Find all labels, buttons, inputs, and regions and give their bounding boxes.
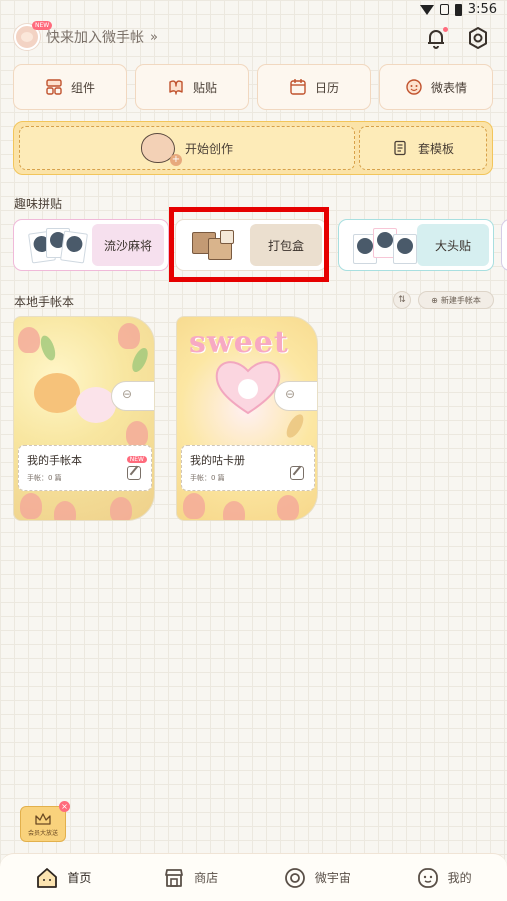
tool-label: 微表情 <box>430 80 467 95</box>
tool-label: 日历 <box>314 80 339 95</box>
status-time: 3:56 <box>467 2 497 17</box>
wifi-icon <box>419 4 434 15</box>
sticker-label: 流沙麻将 <box>92 224 164 266</box>
selection-highlight <box>169 207 329 282</box>
start-create-label: 开始创作 <box>184 141 233 156</box>
widget-icon <box>46 79 62 95</box>
new-badge: NEW <box>32 21 53 30</box>
avatar: NEW <box>14 21 53 50</box>
join-banner[interactable]: NEW 快来加入微手帐 » <box>14 21 158 50</box>
sticker-quicksand-mahjong[interactable]: 流沙麻将 <box>13 219 169 271</box>
calendar-icon <box>290 79 306 95</box>
promo-text: 会员大放送 <box>27 829 58 837</box>
cover-title: sweet <box>189 325 289 360</box>
section-title-fun-stickers: 趣味拼贴 <box>14 197 63 211</box>
new-book-label: 新建手帐本 <box>440 295 481 305</box>
tool-emoji[interactable]: 微表情 <box>379 64 493 110</box>
sort-button[interactable]: ⇅ <box>393 291 411 309</box>
sticker-label: 大头贴 <box>417 224 489 266</box>
new-tag: NEW <box>126 456 147 463</box>
nav-label: 我的 <box>447 871 472 885</box>
nav-label: 微宇宙 <box>314 871 351 885</box>
section-title-local-books: 本地手帐本 <box>14 295 75 309</box>
sticker-next-card[interactable] <box>501 219 507 271</box>
heart-icon <box>215 361 281 415</box>
sticker-thumbnail <box>24 224 96 266</box>
tool-sticker[interactable]: 贴贴 <box>135 64 249 110</box>
book-count: 手帐：0 篇 <box>27 474 62 482</box>
sticker-thumbnail <box>349 224 421 266</box>
book-count: 手帐：0 篇 <box>190 474 225 482</box>
vip-promo-button[interactable]: 会员大放送 × <box>20 801 70 842</box>
crown-icon <box>35 812 51 825</box>
sort-icon: ⇅ <box>398 295 406 305</box>
nav-profile[interactable]: 我的 <box>380 854 507 901</box>
mascot-icon <box>140 133 182 166</box>
book-name: 我的手帐本 <box>27 454 82 467</box>
battery-icon <box>454 3 462 16</box>
notebook-card[interactable]: 我的手帐本 手帐：0 篇 NEW <box>13 316 155 521</box>
profile-icon <box>417 867 438 888</box>
book-info: 我的手帐本 手帐：0 篇 NEW <box>18 445 152 491</box>
bottom-nav: 首页 商店 微宇宙 我的 <box>0 853 507 901</box>
edit-icon[interactable] <box>127 466 141 480</box>
shop-icon <box>165 868 184 887</box>
tool-label: 贴贴 <box>192 80 217 95</box>
tool-label: 组件 <box>70 80 95 95</box>
book-clasp <box>274 381 317 411</box>
document-icon <box>394 140 406 156</box>
tool-widget[interactable]: 组件 <box>13 64 127 110</box>
sticker-icon <box>169 80 183 95</box>
settings-icon[interactable] <box>466 26 490 50</box>
nav-shop[interactable]: 商店 <box>127 854 254 901</box>
nav-home[interactable]: 首页 <box>0 854 127 901</box>
book-info: 我的咕卡册 手帐：0 篇 <box>181 445 315 491</box>
bell-icon[interactable] <box>424 26 448 50</box>
join-text: 快来加入微手帐 <box>46 30 144 46</box>
book-clasp <box>111 381 154 411</box>
create-card: 开始创作 套模板 <box>13 121 493 175</box>
cat-sticker <box>76 387 116 423</box>
no-sim-icon <box>439 4 449 15</box>
tool-calendar[interactable]: 日历 <box>257 64 371 110</box>
plus-icon: ⊕ <box>431 295 438 305</box>
new-book-button[interactable]: ⊕ 新建手帐本 <box>418 291 494 309</box>
notebook-card[interactable]: sweet 我的咕卡册 手帐：0 篇 <box>176 316 318 521</box>
universe-icon <box>284 867 305 888</box>
start-create-button[interactable]: 开始创作 <box>19 126 355 170</box>
nav-label: 首页 <box>67 871 92 885</box>
header: NEW 快来加入微手帐 » <box>14 21 494 56</box>
nav-label: 商店 <box>194 871 219 885</box>
emoji-icon <box>406 79 422 95</box>
notification-dot <box>443 27 448 32</box>
sticker-photo-booth[interactable]: 大头贴 <box>338 219 494 271</box>
quick-tools: 组件 贴贴 日历 微表情 <box>13 64 493 110</box>
templates-button[interactable]: 套模板 <box>359 126 487 170</box>
cat-sticker <box>34 373 80 413</box>
edit-icon[interactable] <box>290 466 304 480</box>
close-icon[interactable]: × <box>59 801 70 812</box>
home-icon <box>37 867 58 888</box>
nav-universe[interactable]: 微宇宙 <box>254 854 381 901</box>
book-name: 我的咕卡册 <box>190 454 245 467</box>
chevron-right-icon: » <box>150 29 158 45</box>
status-bar: 3:56 <box>0 0 507 22</box>
templates-label: 套模板 <box>417 141 454 156</box>
